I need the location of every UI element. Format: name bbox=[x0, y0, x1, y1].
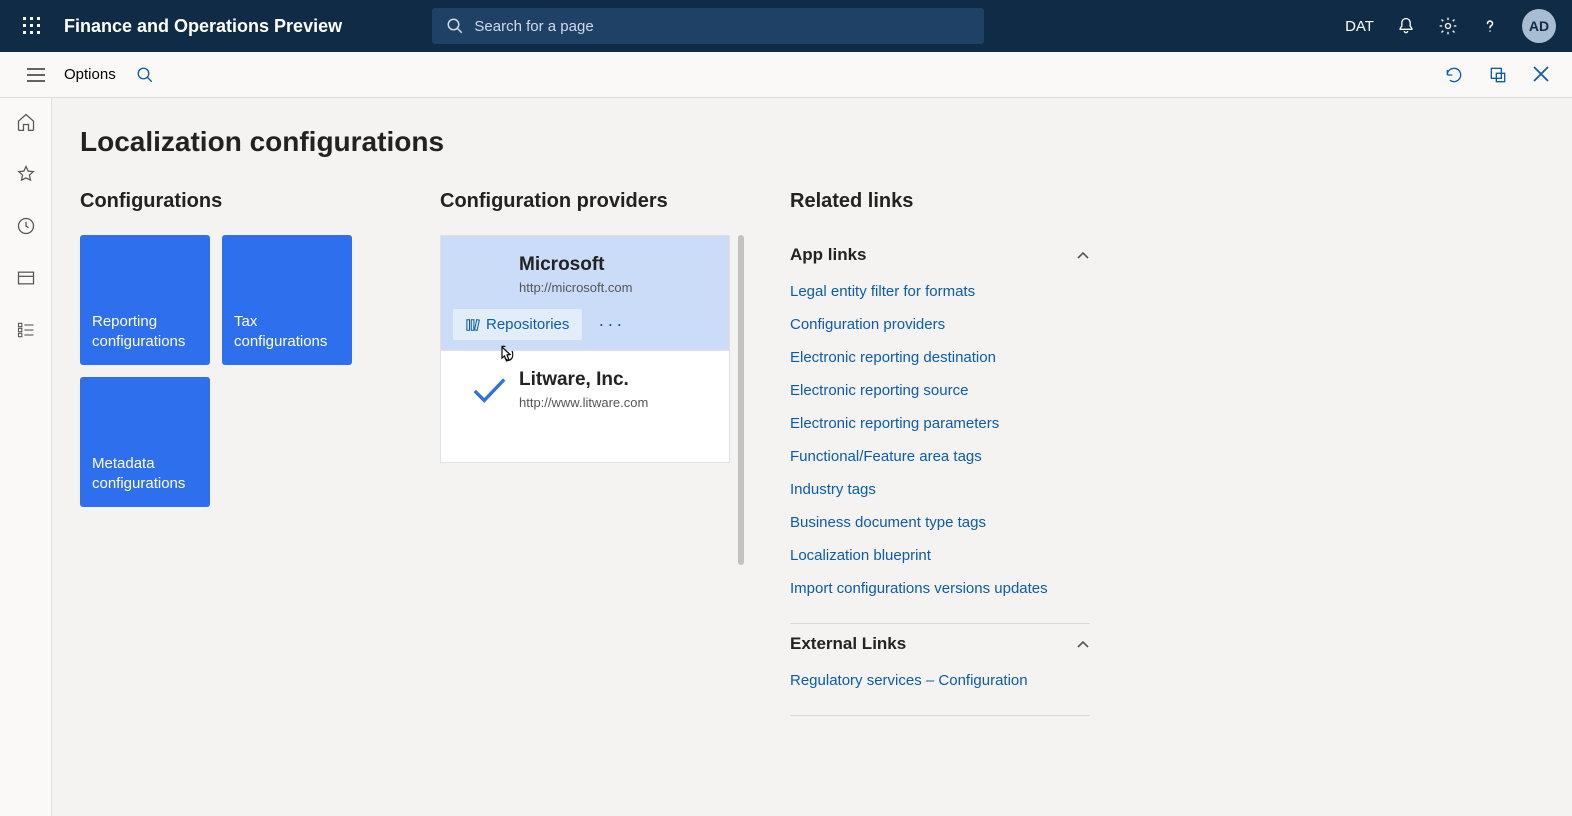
hamburger-icon[interactable] bbox=[16, 68, 56, 82]
chevron-up-icon bbox=[1076, 639, 1090, 649]
repository-icon bbox=[466, 318, 480, 332]
providers-heading: Configuration providers bbox=[440, 190, 730, 213]
star-icon[interactable] bbox=[14, 162, 38, 186]
global-search[interactable]: Search for a page bbox=[432, 8, 984, 44]
waffle-icon[interactable] bbox=[10, 17, 54, 35]
recent-icon[interactable] bbox=[14, 214, 38, 238]
related-links-heading: Related links bbox=[790, 190, 1090, 213]
app-links-list: Legal entity filter for formats Configur… bbox=[790, 275, 1090, 605]
home-icon[interactable] bbox=[14, 110, 38, 134]
gear-icon[interactable] bbox=[1438, 16, 1458, 36]
modules-icon[interactable] bbox=[14, 318, 38, 342]
search-icon bbox=[446, 17, 464, 35]
bell-icon[interactable] bbox=[1396, 16, 1416, 36]
search-placeholder: Search for a page bbox=[474, 18, 593, 35]
link-feature-tags[interactable]: Functional/Feature area tags bbox=[790, 440, 1090, 473]
link-import-configs-updates[interactable]: Import configurations versions updates bbox=[790, 572, 1090, 605]
repositories-label: Repositories bbox=[486, 316, 569, 333]
configurations-heading: Configurations bbox=[80, 190, 380, 213]
more-actions-icon[interactable]: ··· bbox=[592, 314, 631, 335]
configurations-section: Configurations Reporting configurations … bbox=[80, 190, 380, 716]
link-legal-entity-filter[interactable]: Legal entity filter for formats bbox=[790, 275, 1090, 308]
tile-metadata-configurations[interactable]: Metadata configurations bbox=[80, 377, 210, 507]
provider-url: http://microsoft.com bbox=[519, 280, 711, 295]
link-industry-tags[interactable]: Industry tags bbox=[790, 473, 1090, 506]
company-selector[interactable]: DAT bbox=[1345, 18, 1374, 35]
link-localization-blueprint[interactable]: Localization blueprint bbox=[790, 539, 1090, 572]
tile-tax-configurations[interactable]: Tax configurations bbox=[222, 235, 352, 365]
top-navigation-bar: Finance and Operations Preview Search fo… bbox=[0, 0, 1572, 52]
external-links-heading: External Links bbox=[790, 634, 906, 654]
provider-scrollbar[interactable] bbox=[738, 235, 744, 565]
main-content: Localization configurations Configuratio… bbox=[52, 98, 1572, 816]
action-bar: Options bbox=[0, 52, 1572, 98]
left-navigation-rail bbox=[0, 98, 52, 816]
tile-reporting-configurations[interactable]: Reporting configurations bbox=[80, 235, 210, 365]
divider bbox=[790, 715, 1090, 716]
popout-icon[interactable] bbox=[1488, 65, 1508, 85]
page-search-icon[interactable] bbox=[136, 66, 154, 84]
app-links-heading: App links bbox=[790, 245, 867, 265]
provider-name: Litware, Inc. bbox=[519, 369, 711, 391]
options-menu[interactable]: Options bbox=[64, 66, 116, 83]
close-icon[interactable] bbox=[1532, 65, 1550, 85]
app-links-group-header[interactable]: App links bbox=[790, 235, 1090, 275]
external-links-group-header[interactable]: External Links bbox=[790, 624, 1090, 664]
configuration-providers-section: Configuration providers Microsoft http:/… bbox=[440, 190, 730, 716]
link-business-doc-tags[interactable]: Business document type tags bbox=[790, 506, 1090, 539]
provider-name: Microsoft bbox=[519, 254, 711, 276]
app-title: Finance and Operations Preview bbox=[64, 16, 342, 37]
link-er-parameters[interactable]: Electronic reporting parameters bbox=[790, 407, 1090, 440]
provider-card-litware[interactable]: Litware, Inc. http://www.litware.com bbox=[440, 351, 730, 463]
page-title: Localization configurations bbox=[80, 126, 1544, 158]
link-er-source[interactable]: Electronic reporting source bbox=[790, 374, 1090, 407]
chevron-up-icon bbox=[1076, 250, 1090, 260]
related-links-section: Related links App links Legal entity fil… bbox=[790, 190, 1090, 716]
repositories-button[interactable]: Repositories bbox=[453, 309, 582, 340]
checkmark-icon bbox=[470, 375, 508, 405]
link-regulatory-services[interactable]: Regulatory services – Configuration bbox=[790, 664, 1090, 697]
user-avatar[interactable]: AD bbox=[1522, 9, 1556, 43]
refresh-icon[interactable] bbox=[1444, 65, 1464, 85]
help-icon[interactable] bbox=[1480, 16, 1500, 36]
external-links-list: Regulatory services – Configuration bbox=[790, 664, 1090, 697]
link-configuration-providers[interactable]: Configuration providers bbox=[790, 308, 1090, 341]
workspace-icon[interactable] bbox=[14, 266, 38, 290]
provider-card-microsoft[interactable]: Microsoft http://microsoft.com Repositor… bbox=[440, 235, 730, 351]
link-er-destination[interactable]: Electronic reporting destination bbox=[790, 341, 1090, 374]
provider-url: http://www.litware.com bbox=[519, 395, 711, 410]
